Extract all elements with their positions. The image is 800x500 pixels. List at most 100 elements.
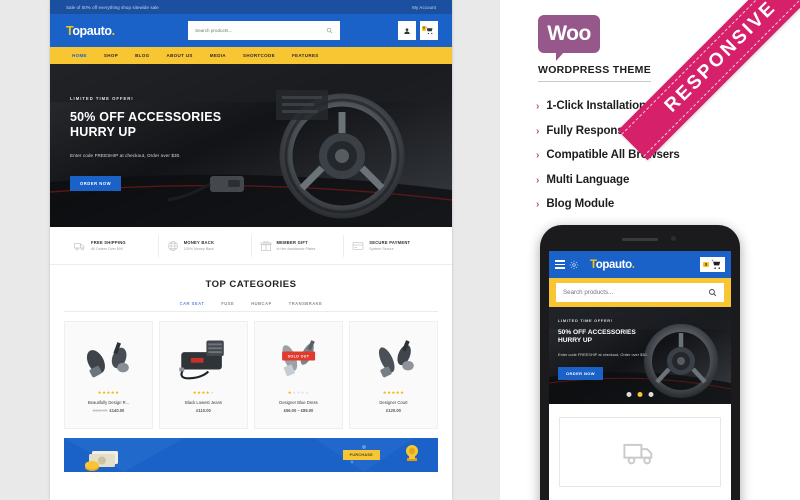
product-card[interactable]: ★★★★★ Beautifully Design R... £150.00 £14… bbox=[64, 321, 153, 429]
site-logo[interactable]: Topauto. bbox=[66, 24, 115, 38]
woo-logo-text: Woo bbox=[547, 22, 591, 45]
product-card[interactable]: ★★★★★ Black Lowest Jeans £110.00 bbox=[159, 321, 248, 429]
nav-item-media[interactable]: MEDIA bbox=[210, 53, 226, 58]
wordpress-theme-label: WORDPRESS THEME bbox=[538, 64, 652, 82]
slider-dot-1[interactable] bbox=[626, 392, 632, 397]
hero-title-line1: 50% OFF ACCESSORIES bbox=[70, 110, 222, 124]
product-image: SOLD OUT bbox=[255, 322, 342, 390]
product-image bbox=[350, 322, 437, 390]
feature-subtitle: System Secure bbox=[369, 246, 394, 251]
globe-icon bbox=[167, 240, 178, 251]
mobile-logo[interactable]: Topauto. bbox=[590, 259, 635, 271]
search-icon bbox=[709, 289, 717, 297]
chevron-right-icon: › bbox=[536, 174, 540, 186]
rating-stars: ★★★★★ bbox=[382, 390, 405, 395]
product-card[interactable]: SOLD OUT ★★★★★ Designer Blue Dress £56.0… bbox=[254, 321, 343, 429]
cart-button[interactable]: 0 bbox=[420, 21, 438, 40]
slider-dot-3[interactable] bbox=[648, 392, 654, 397]
feature-multi-language: › Multi Language bbox=[536, 174, 766, 186]
announcement-bar: Sale of 50% off everything shop sitewide… bbox=[50, 0, 452, 14]
promo-banner[interactable]: BIG SAVING DEALS FOR YOU PURCHASE bbox=[64, 438, 438, 472]
sold-out-badge: SOLD OUT bbox=[281, 351, 316, 361]
mobile-hero-copy: LIMITED TIME OFFER! 50% OFF ACCESSORIES … bbox=[558, 318, 668, 380]
browser-frame: Sale of 50% off everything shop sitewide… bbox=[50, 0, 452, 500]
product-name: Black Lowest Jeans bbox=[184, 399, 222, 405]
promo-purchase-button[interactable]: PURCHASE bbox=[342, 450, 380, 460]
mobile-search-box[interactable] bbox=[556, 283, 724, 302]
mobile-feature-card bbox=[559, 417, 721, 487]
product-price: £120.00 bbox=[386, 408, 401, 413]
gear-icon[interactable] bbox=[569, 260, 579, 270]
mobile-header: Topauto. 0 bbox=[549, 251, 731, 278]
chevron-right-icon: › bbox=[536, 150, 540, 161]
mobile-cart-count: 0 bbox=[702, 262, 710, 267]
rating-stars: ★★★★★ bbox=[192, 390, 215, 395]
product-name: Beautifully Design R... bbox=[87, 399, 130, 405]
nav-item-shortcode[interactable]: SHORTCODE bbox=[243, 53, 275, 58]
feature-label: Compatible All Browsers bbox=[546, 149, 680, 161]
truck-icon bbox=[74, 242, 85, 250]
chevron-right-icon: › bbox=[536, 199, 540, 210]
feature-label: 1-Click Installation bbox=[546, 100, 646, 112]
mobile-hero-order-now-button[interactable]: ORDER NOW bbox=[558, 366, 603, 380]
screenshot-root: Sale of 50% off everything shop sitewide… bbox=[0, 0, 800, 500]
nav-item-home[interactable]: HOME bbox=[72, 53, 87, 58]
product-photo-spark-plug bbox=[378, 340, 414, 378]
feature-subtitle: All Orders Over $99 bbox=[91, 246, 123, 251]
product-price: £150.00 £140.00 bbox=[93, 408, 125, 413]
speech-bubble-tail-icon bbox=[556, 51, 565, 61]
nav-item-features[interactable]: FEATURES bbox=[292, 53, 319, 58]
product-grid: ★★★★★ Beautifully Design R... £150.00 £14… bbox=[50, 312, 452, 429]
product-image bbox=[160, 322, 247, 390]
rating-stars: ★★★★★ bbox=[97, 390, 120, 395]
my-account-link[interactable]: My Account bbox=[412, 5, 436, 10]
product-card[interactable]: ★★★★★ Designer Court £120.00 bbox=[349, 321, 438, 429]
phone-mockup: Topauto. 0 Search products... LIMITED TI… bbox=[540, 225, 740, 500]
slider-dot-2[interactable] bbox=[637, 392, 643, 397]
tab-transbrake[interactable]: TRANSBRAKE bbox=[289, 301, 323, 306]
nav-item-blog[interactable]: BLOG bbox=[135, 53, 149, 58]
tab-fuse[interactable]: FUSE bbox=[221, 301, 234, 306]
search-box[interactable] bbox=[188, 21, 340, 40]
section-title: TOP CATEGORIES bbox=[205, 279, 297, 290]
nav-item-about-us[interactable]: ABOUT US bbox=[166, 53, 192, 58]
site-header: Topauto. 0 bbox=[50, 14, 452, 47]
feature-secure-payment: SECURE PAYMENT System Secure bbox=[344, 235, 436, 257]
hamburger-menu-icon[interactable] bbox=[555, 260, 565, 269]
hero-copy: LIMITED TIME OFFER! 50% OFF ACCESSORIES … bbox=[70, 96, 285, 191]
feature-money-back: MONEY BACK 100% Money Back bbox=[159, 234, 252, 257]
header-actions: 0 bbox=[398, 21, 438, 40]
tab-car-seat[interactable]: CAR SEAT bbox=[180, 301, 205, 306]
phone-speaker bbox=[622, 238, 658, 241]
chevron-right-icon: › bbox=[536, 101, 540, 112]
product-photo-car-part bbox=[86, 342, 129, 378]
trophy-icon bbox=[406, 445, 418, 461]
promo-background bbox=[64, 438, 438, 472]
logo-dot: . bbox=[111, 23, 115, 38]
user-icon bbox=[404, 27, 410, 34]
mobile-search-bar bbox=[549, 278, 731, 307]
mobile-hero-title-line1: 50% OFF ACCESSORIES bbox=[558, 329, 636, 336]
mobile-logo-rest: opauto bbox=[595, 258, 632, 271]
product-name: Designer Blue Dress bbox=[279, 399, 318, 405]
top-categories-section: TOP CATEGORIES CAR SEAT FUSE HUBCAP TRAN… bbox=[50, 265, 452, 312]
card-icon bbox=[352, 241, 364, 250]
truck-icon bbox=[623, 443, 653, 465]
nav-item-shop[interactable]: SHOP bbox=[104, 53, 118, 58]
mobile-search-input[interactable] bbox=[563, 289, 708, 296]
search-input[interactable] bbox=[195, 28, 326, 33]
product-old-price: £150.00 bbox=[92, 408, 108, 413]
feature-label: Blog Module bbox=[546, 198, 615, 210]
desktop-preview-panel: Sale of 50% off everything shop sitewide… bbox=[0, 0, 500, 500]
main-navigation: HOME SHOP BLOG ABOUT US MEDIA SHORTCODE … bbox=[50, 47, 452, 64]
woocommerce-logo: Woo bbox=[538, 15, 600, 61]
phone-camera bbox=[671, 236, 676, 241]
phone-screen: Topauto. 0 Search products... LIMITED TI… bbox=[549, 251, 731, 500]
feature-free-shipping: FREE SHIPPING All Orders Over $99 bbox=[66, 234, 159, 257]
hero-order-now-button[interactable]: ORDER NOW bbox=[70, 176, 122, 191]
account-button[interactable] bbox=[398, 21, 416, 40]
tab-hubcap[interactable]: HUBCAP bbox=[251, 301, 272, 306]
mobile-hero-title-line2: HURRY UP bbox=[558, 337, 593, 344]
mobile-cart-button[interactable]: 0 bbox=[700, 257, 725, 272]
hero-eyebrow: LIMITED TIME OFFER! bbox=[70, 96, 134, 101]
